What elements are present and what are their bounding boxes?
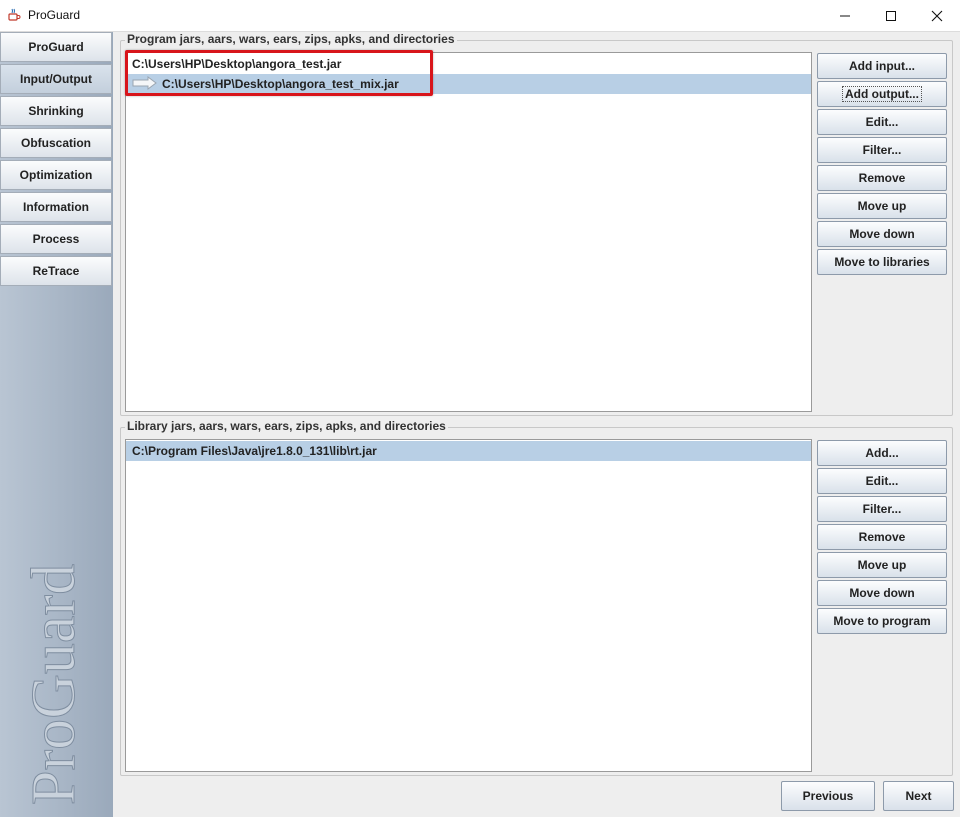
minimize-icon	[840, 15, 850, 16]
list-item-library-jar[interactable]: C:\Program Files\Java\jre1.8.0_131\lib\r…	[126, 441, 811, 461]
maximize-button[interactable]	[868, 0, 914, 31]
library-jar-path: C:\Program Files\Java\jre1.8.0_131\lib\r…	[132, 444, 377, 458]
move-to-libraries-button[interactable]: Move to libraries	[817, 249, 947, 275]
sidebar-item-label: Shrinking	[28, 104, 84, 118]
close-icon	[931, 10, 943, 21]
close-button[interactable]	[914, 0, 960, 31]
program-jars-list[interactable]: C:\Users\HP\Desktop\angora_test.jar C:\U…	[125, 52, 812, 412]
title-bar: ProGuard	[0, 0, 960, 32]
minimize-button[interactable]	[822, 0, 868, 31]
annotation-highlight-box	[125, 50, 433, 96]
program-remove-button[interactable]: Remove	[817, 165, 947, 191]
sidebar-item-label: ProGuard	[28, 40, 84, 54]
next-button[interactable]: Next	[883, 781, 954, 811]
sidebar-item-label: ReTrace	[32, 264, 80, 278]
sidebar-item-process[interactable]: Process	[0, 224, 112, 254]
program-move-up-button[interactable]: Move up	[817, 193, 947, 219]
java-cup-icon	[7, 8, 21, 22]
library-edit-button[interactable]: Edit...	[817, 468, 947, 494]
sidebar-item-label: Optimization	[19, 168, 93, 182]
move-to-program-button[interactable]: Move to program	[817, 608, 947, 634]
window-title: ProGuard	[28, 8, 81, 22]
sidebar-item-label: Process	[32, 232, 80, 246]
sidebar-item-optimization[interactable]: Optimization	[0, 160, 112, 190]
library-remove-button[interactable]: Remove	[817, 524, 947, 550]
sidebar-item-retrace[interactable]: ReTrace	[0, 256, 112, 286]
sidebar: ProGuard Input/Output Shrinking Obfuscat…	[0, 32, 114, 817]
library-move-up-button[interactable]: Move up	[817, 552, 947, 578]
sidebar-item-label: Input/Output	[20, 72, 92, 86]
add-input-button[interactable]: Add input...	[817, 53, 947, 79]
library-add-button[interactable]: Add...	[817, 440, 947, 466]
sidebar-item-proguard[interactable]: ProGuard	[0, 32, 112, 62]
sidebar-item-label: Obfuscation	[20, 136, 91, 150]
library-move-down-button[interactable]: Move down	[817, 580, 947, 606]
program-edit-button[interactable]: Edit...	[817, 109, 947, 135]
sidebar-item-information[interactable]: Information	[0, 192, 112, 222]
program-group-title: Program jars, aars, wars, ears, zips, ap…	[125, 32, 457, 46]
sidebar-item-shrinking[interactable]: Shrinking	[0, 96, 112, 126]
library-filter-button[interactable]: Filter...	[817, 496, 947, 522]
program-move-down-button[interactable]: Move down	[817, 221, 947, 247]
sidebar-item-input-output[interactable]: Input/Output	[0, 64, 112, 94]
proguard-watermark-logo: ProGuard	[20, 563, 87, 805]
add-output-button[interactable]: Add output...	[817, 81, 947, 107]
library-group-title: Library jars, aars, wars, ears, zips, ap…	[125, 419, 448, 433]
svg-text:ProGuard: ProGuard	[20, 564, 86, 805]
program-filter-button[interactable]: Filter...	[817, 137, 947, 163]
sidebar-item-label: Information	[23, 200, 89, 214]
library-jars-list[interactable]: C:\Program Files\Java\jre1.8.0_131\lib\r…	[125, 439, 812, 772]
maximize-icon	[886, 10, 896, 21]
input-output-panel: Program jars, aars, wars, ears, zips, ap…	[113, 32, 960, 817]
previous-button[interactable]: Previous	[781, 781, 875, 811]
sidebar-item-obfuscation[interactable]: Obfuscation	[0, 128, 112, 158]
